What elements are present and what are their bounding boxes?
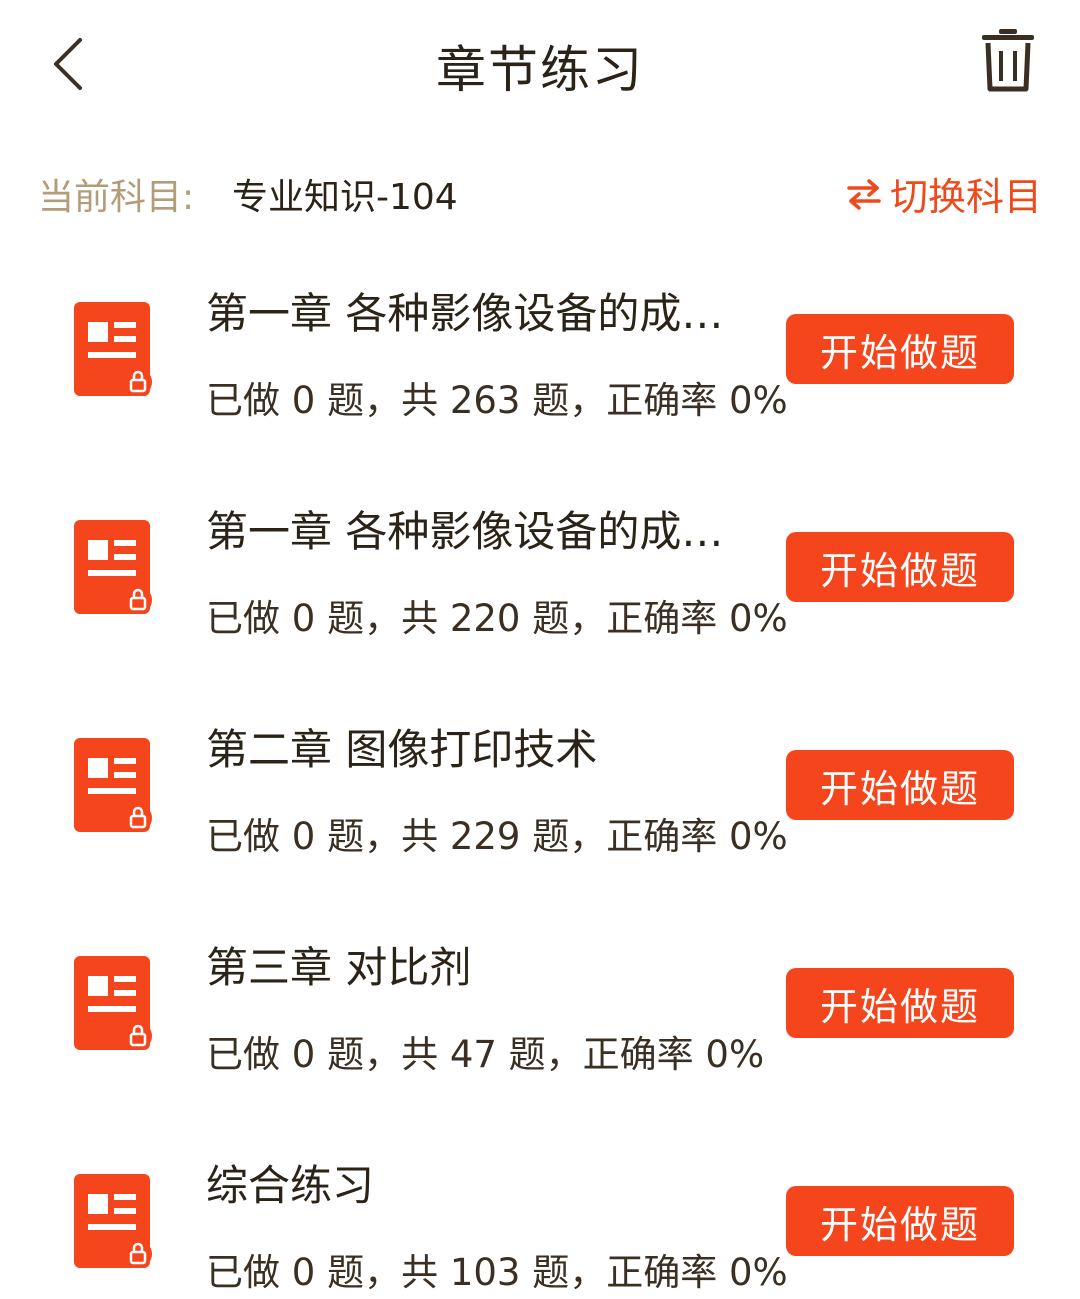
switch-subject-label: 切换科目 <box>889 175 1042 219</box>
locked-document-icon <box>74 738 152 832</box>
trash-icon <box>982 29 1034 92</box>
page-title: 章节练习 <box>436 41 644 99</box>
chapter-item[interactable]: 综合练习 已做 0 题，共 103 题，正确率 0% 开始做题 <box>0 1142 1080 1299</box>
chapter-item[interactable]: 第一章 各种影像设备的成… 已做 0 题，共 263 题，正确率 0% 开始做题 <box>0 270 1080 488</box>
chapter-stats: 已做 0 题，共 220 题，正确率 0% <box>206 597 788 640</box>
swap-arrows-icon <box>847 178 881 210</box>
start-practice-button[interactable]: 开始做题 <box>786 968 1014 1038</box>
chapter-title: 第三章 对比剂 <box>206 943 472 992</box>
chapter-stats: 已做 0 题，共 263 题，正确率 0% <box>206 379 788 422</box>
chapter-title: 第二章 图像打印技术 <box>206 725 598 774</box>
locked-document-icon <box>74 302 152 396</box>
locked-document-icon <box>74 520 152 614</box>
chapter-practice-page: 章节练习 当前科目: 专业知识-104 切换科目 第一章 各种影像设备的成… 已… <box>0 0 1080 1299</box>
chapter-stats: 已做 0 题，共 47 题，正确率 0% <box>206 1033 765 1076</box>
start-practice-button[interactable]: 开始做题 <box>786 750 1014 820</box>
locked-document-icon <box>74 956 152 1050</box>
subject-label: 当前科目: <box>38 177 195 218</box>
subject-bar: 当前科目: 专业知识-104 切换科目 <box>38 160 1042 224</box>
header: 章节练习 <box>0 0 1080 130</box>
chapter-title: 综合练习 <box>206 1161 375 1210</box>
start-practice-button[interactable]: 开始做题 <box>786 314 1014 384</box>
chapter-title: 第一章 各种影像设备的成… <box>206 507 724 556</box>
switch-subject-button[interactable]: 切换科目 <box>846 166 1042 221</box>
chapter-item[interactable]: 第三章 对比剂 已做 0 题，共 47 题，正确率 0% 开始做题 <box>0 924 1080 1142</box>
chapter-item[interactable]: 第二章 图像打印技术 已做 0 题，共 229 题，正确率 0% 开始做题 <box>0 706 1080 924</box>
chapter-stats: 已做 0 题，共 103 题，正确率 0% <box>206 1251 788 1294</box>
chapter-item[interactable]: 第一章 各种影像设备的成… 已做 0 题，共 220 题，正确率 0% 开始做题 <box>0 488 1080 706</box>
chapter-title: 第一章 各种影像设备的成… <box>206 289 724 338</box>
chapter-list: 第一章 各种影像设备的成… 已做 0 题，共 263 题，正确率 0% 开始做题… <box>0 270 1080 1299</box>
start-practice-button[interactable]: 开始做题 <box>786 1186 1014 1256</box>
delete-button[interactable] <box>972 20 1044 100</box>
subject-value: 专业知识-104 <box>232 177 458 218</box>
locked-document-icon <box>74 1174 152 1268</box>
start-practice-button[interactable]: 开始做题 <box>786 532 1014 602</box>
chapter-stats: 已做 0 题，共 229 题，正确率 0% <box>206 815 788 858</box>
